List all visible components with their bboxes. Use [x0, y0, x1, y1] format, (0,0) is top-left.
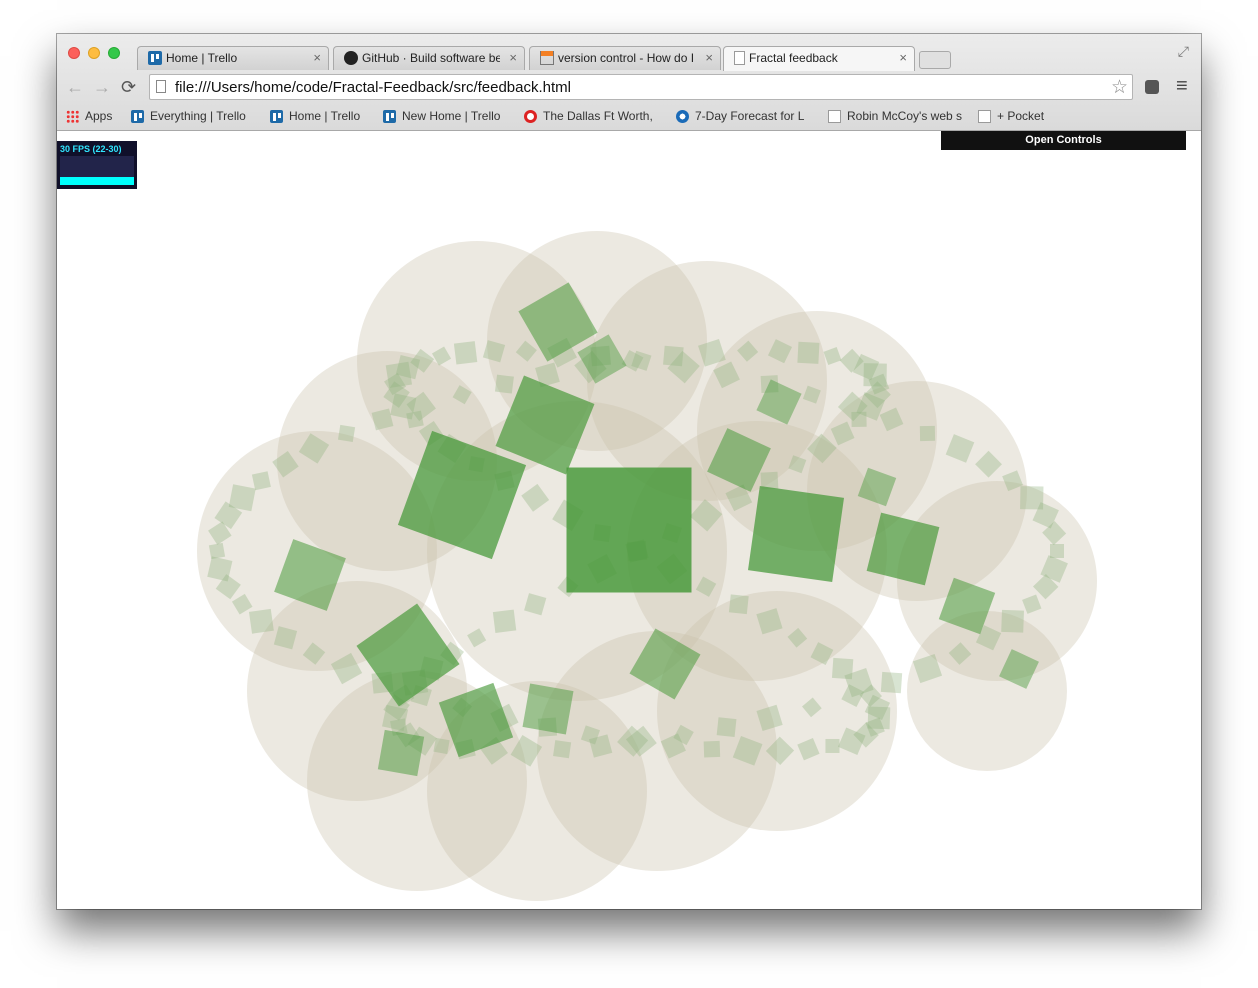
bookmark-label: Home | Trello: [289, 109, 361, 123]
page-icon: [156, 80, 166, 93]
trello-icon: [270, 109, 283, 123]
tab-home-trello[interactable]: Home | Trello ×: [137, 46, 329, 70]
fractal-canvas[interactable]: [57, 131, 1201, 909]
small-square: [825, 738, 840, 753]
close-window-button[interactable]: [68, 47, 80, 59]
tab-close-icon[interactable]: ×: [899, 50, 907, 65]
minimize-window-button[interactable]: [88, 47, 100, 59]
bookmark-dallas[interactable]: The Dallas Ft Worth,: [524, 109, 653, 123]
stackoverflow-icon: [540, 51, 554, 65]
open-controls-button[interactable]: Open Controls: [941, 131, 1186, 150]
small-square: [1050, 544, 1064, 558]
tab-close-icon[interactable]: ×: [705, 50, 713, 65]
back-button[interactable]: ←: [66, 77, 84, 98]
document-icon: [734, 51, 745, 65]
bookmark-label: The Dallas Ft Worth,: [543, 109, 653, 123]
new-tab-button[interactable]: [919, 51, 951, 69]
address-bar[interactable]: file:///Users/home/code/Fractal-Feedback…: [149, 74, 1133, 100]
small-square: [919, 425, 936, 442]
small-square: [248, 608, 274, 634]
bookmarks-bar: Apps Everything | Trello Home | Trello N…: [57, 106, 1201, 126]
bookmark-label: Apps: [85, 109, 113, 123]
apps-grid-icon: [66, 109, 79, 123]
bookmark-new-home-trello[interactable]: New Home | Trello: [383, 109, 500, 123]
bookmark-everything-trello[interactable]: Everything | Trello: [131, 109, 246, 123]
green-square: [566, 467, 692, 593]
menu-icon[interactable]: ≡: [1176, 75, 1188, 98]
small-square: [797, 341, 820, 364]
tab-stackoverflow[interactable]: version control - How do I ×: [529, 46, 721, 70]
bookmark-forecast[interactable]: 7-Day Forecast for L: [676, 109, 804, 123]
tab-label: version control - How do I: [558, 51, 695, 65]
bookmark-label: + Pocket: [997, 109, 1045, 123]
bookmark-robin-mccoy[interactable]: Robin McCoy's web s: [828, 109, 962, 123]
small-square: [728, 594, 749, 615]
tab-label: GitHub · Build software be: [362, 51, 500, 65]
page-content: 30 FPS (22-30) Open Controls: [57, 131, 1201, 909]
bookmark-label: New Home | Trello: [402, 109, 501, 123]
bookmark-label: 7-Day Forecast for L: [695, 109, 805, 123]
small-square: [494, 374, 514, 394]
green-square: [377, 729, 425, 777]
fps-stats-panel[interactable]: 30 FPS (22-30): [57, 141, 137, 189]
bookmark-apps[interactable]: Apps: [66, 109, 112, 123]
bookmark-star-icon[interactable]: ☆: [1111, 76, 1128, 99]
small-square: [553, 740, 572, 759]
tab-label: Fractal feedback: [749, 51, 838, 65]
forward-button[interactable]: →: [93, 77, 111, 98]
fullscreen-icon[interactable]: ⤢: [1178, 43, 1189, 60]
small-square: [337, 424, 356, 443]
small-square: [716, 717, 737, 738]
small-square: [251, 471, 271, 491]
trello-icon: [131, 109, 144, 123]
zoom-window-button[interactable]: [108, 47, 120, 59]
bookmark-label: Robin McCoy's web s: [847, 109, 962, 123]
small-square: [703, 740, 721, 758]
bookmark-pocket[interactable]: + Pocket: [978, 109, 1044, 123]
green-square: [747, 485, 845, 583]
evernote-extension-icon[interactable]: [1145, 80, 1159, 94]
small-square: [880, 671, 903, 694]
reload-button[interactable]: ⟳: [121, 77, 136, 98]
tab-github[interactable]: GitHub · Build software be ×: [333, 46, 525, 70]
tab-fractal-feedback[interactable]: Fractal feedback ×: [723, 46, 915, 71]
small-square: [433, 737, 450, 755]
trello-icon: [383, 109, 396, 123]
tab-label: Home | Trello: [166, 51, 238, 65]
tab-close-icon[interactable]: ×: [509, 50, 517, 65]
green-square: [522, 683, 574, 735]
small-square: [492, 609, 517, 633]
small-square: [453, 341, 478, 365]
small-square: [1001, 609, 1024, 633]
tab-close-icon[interactable]: ×: [313, 50, 321, 65]
small-square: [831, 657, 854, 680]
document-icon: [828, 109, 841, 123]
trello-icon: [148, 51, 162, 65]
bookmark-label: Everything | Trello: [150, 109, 246, 123]
gear-icon: [524, 109, 537, 123]
url-text[interactable]: file:///Users/home/code/Fractal-Feedback…: [175, 79, 571, 96]
document-icon: [978, 109, 991, 123]
github-icon: [344, 51, 358, 65]
bookmark-home-trello[interactable]: Home | Trello: [270, 109, 360, 123]
fps-bar: [60, 177, 134, 185]
fps-label: 30 FPS (22-30): [60, 144, 122, 154]
small-square: [208, 542, 226, 560]
browser-window: Home | Trello × GitHub · Build software …: [57, 34, 1201, 909]
browser-chrome: Home | Trello × GitHub · Build software …: [57, 34, 1201, 131]
noaa-icon: [676, 109, 689, 123]
